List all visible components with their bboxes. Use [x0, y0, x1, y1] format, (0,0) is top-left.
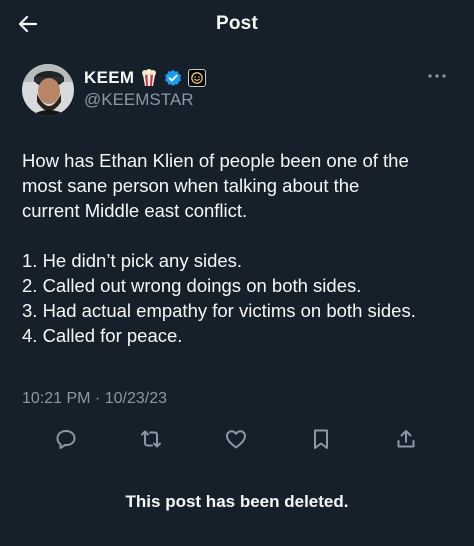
repost-icon — [141, 430, 161, 448]
share-button[interactable] — [391, 424, 421, 454]
avatar-image — [22, 64, 74, 116]
page-title: Post — [216, 13, 258, 34]
more-options-button[interactable] — [424, 66, 450, 86]
popcorn-icon — [140, 69, 158, 87]
post-deleted-notice: This post has been deleted. — [125, 492, 349, 511]
reply-button[interactable] — [51, 424, 81, 454]
share-icon — [397, 430, 415, 448]
author-name-row: KEEM — [84, 68, 207, 88]
post-text-line: most sane person when talking about the — [22, 175, 360, 196]
bookmark-button[interactable] — [306, 424, 336, 454]
repost-button[interactable] — [136, 424, 166, 454]
reply-icon — [56, 430, 76, 449]
author-display-name[interactable]: KEEM — [84, 68, 134, 88]
verified-badge-icon[interactable] — [164, 69, 182, 87]
post-list-item: 4. Called for peace. — [22, 325, 183, 346]
like-icon — [226, 430, 246, 449]
like-button[interactable] — [221, 424, 251, 454]
post-text-line: How has Ethan Klien of people been one o… — [22, 150, 409, 171]
post-list-item: 3. Had actual empathy for victims on bot… — [22, 300, 416, 321]
post-text-line: current Middle east conflict. — [22, 200, 248, 221]
top-bar: Post — [0, 0, 474, 50]
post-list-item: 2. Called out wrong doings on both sides… — [22, 275, 362, 296]
author-handle[interactable]: @KEEMSTAR — [84, 90, 194, 110]
bookmark-icon — [314, 429, 328, 449]
affiliate-badge-icon[interactable] — [188, 69, 207, 87]
more-horizontal-icon — [428, 74, 446, 78]
post-text: How has Ethan Klien of people been one o… — [22, 148, 462, 348]
avatar[interactable] — [22, 64, 74, 116]
post-timestamp[interactable]: 10:21 PM · 10/23/23 — [22, 390, 167, 408]
action-bar — [0, 424, 474, 454]
post-list-item: 1. He didn’t pick any sides. — [22, 250, 243, 271]
